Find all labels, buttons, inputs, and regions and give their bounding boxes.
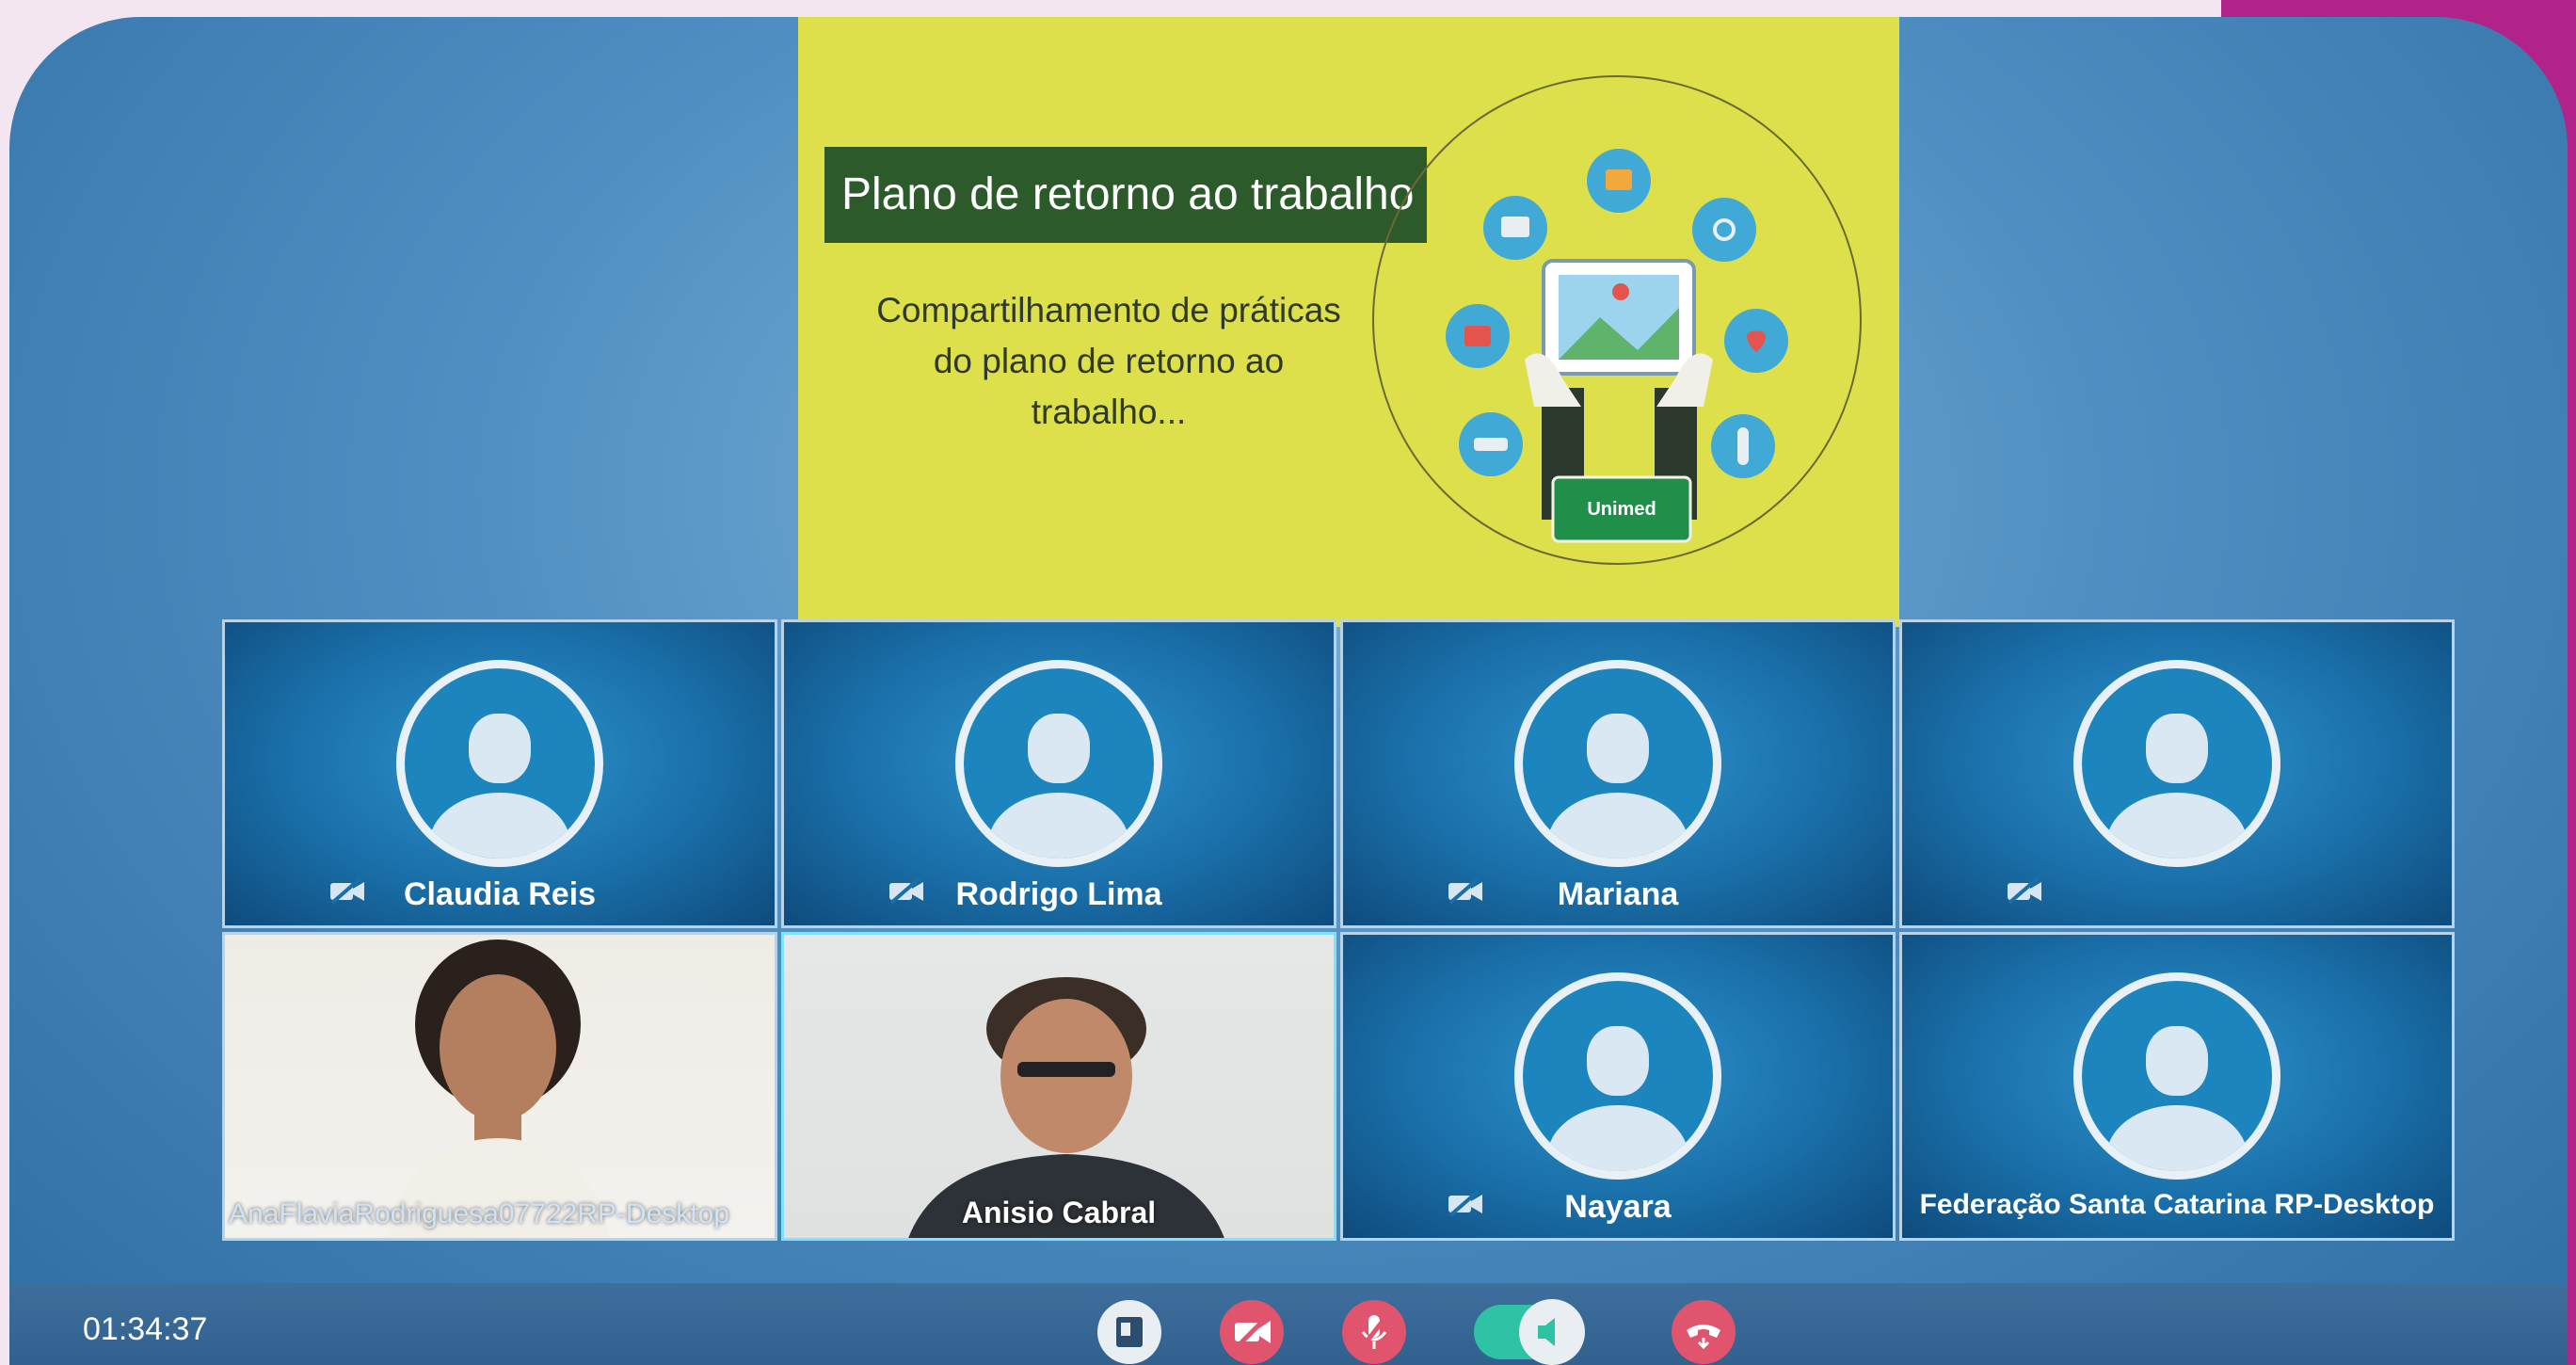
mic-off-icon <box>1359 1313 1389 1351</box>
participant-tile[interactable]: Nayara <box>1340 932 1896 1241</box>
camera-off-icon <box>1235 1315 1271 1349</box>
participant-tile[interactable]: Claudia Reis <box>222 619 777 928</box>
participant-tile[interactable]: Mariana <box>1340 619 1896 928</box>
hang-up-button[interactable] <box>1672 1300 1736 1364</box>
avatar-placeholder-icon <box>2073 972 2280 1180</box>
slide-subtitle: Compartilhamento de práticas do plano de… <box>876 291 1341 431</box>
unimed-logo: Unimed <box>1551 475 1692 543</box>
slide-title: Plano de retorno ao trabalho <box>824 147 1427 243</box>
avatar-placeholder-icon <box>955 660 1162 867</box>
avatar-placeholder-icon <box>396 660 603 867</box>
camera-off-icon <box>2008 876 2041 905</box>
participant-video-tile[interactable]: AnaFlaviaRodriguesa07722RP-Desktop <box>222 932 777 1241</box>
conference-window: Plano de retorno ao trabalho Compartilha… <box>9 17 2568 1365</box>
participant-name: Anisio Cabral <box>961 1196 1157 1229</box>
participant-video-feed <box>386 939 610 1238</box>
avatar-placeholder-icon <box>2073 660 2280 867</box>
participant-name: Rodrigo Lima <box>955 876 1162 912</box>
participant-tile[interactable]: Rodrigo Lima <box>781 619 1336 928</box>
participant-name: Claudia Reis <box>403 876 597 912</box>
microphone-toggle-button[interactable] <box>1342 1300 1406 1364</box>
participant-video-tile-active[interactable]: Anisio Cabral <box>781 932 1336 1241</box>
call-toolbar <box>9 1283 2568 1365</box>
camera-toggle-button[interactable] <box>1220 1300 1284 1364</box>
shared-slide: Plano de retorno ao trabalho Compartilha… <box>798 17 1899 627</box>
toggle-knob <box>1519 1299 1585 1365</box>
participant-name: Mariana <box>1557 876 1679 912</box>
participant-name: Nayara <box>1564 1189 1672 1225</box>
volume-toggle[interactable] <box>1474 1299 1585 1365</box>
avatar-placeholder-icon <box>1514 660 1721 867</box>
participant-name: AnaFlaviaRodriguesa07722RP-Desktop <box>229 1198 729 1229</box>
slide-illustration: Unimed <box>1372 75 1862 565</box>
participant-name: Federação Santa Catarina RP-Desktop <box>1919 1189 2435 1220</box>
hang-up-icon <box>1687 1325 1720 1350</box>
avatar-placeholder-icon <box>1514 972 1721 1180</box>
participant-tile[interactable]: Federação Santa Catarina RP-Desktop <box>1899 932 2455 1241</box>
volume-icon <box>1538 1318 1555 1346</box>
call-timer: 01:34:37 <box>83 1311 208 1347</box>
participant-tile[interactable] <box>1899 619 2455 928</box>
share-screen-icon <box>1116 1317 1143 1347</box>
share-screen-button[interactable] <box>1097 1300 1161 1364</box>
svg-text:Unimed: Unimed <box>1587 499 1656 520</box>
